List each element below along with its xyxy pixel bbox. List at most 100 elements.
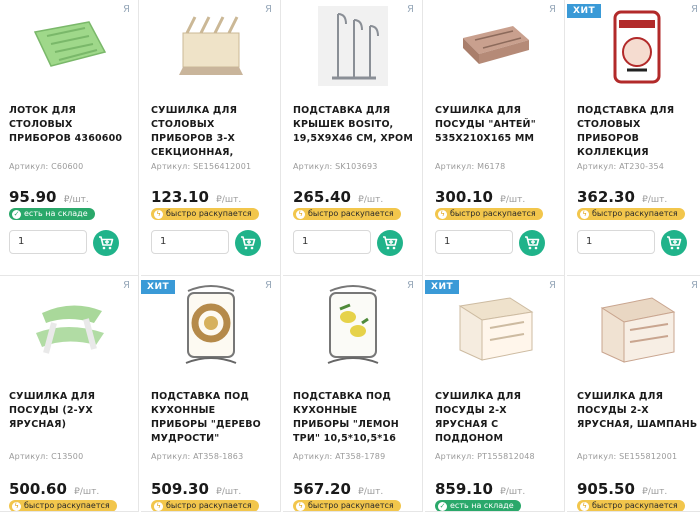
price-unit: ₽/шт. bbox=[500, 487, 526, 497]
hit-badge: ХИТ bbox=[141, 280, 176, 294]
price-value: 265.40 bbox=[293, 188, 351, 206]
product-card[interactable]: Я Сушилка для посуды (2-ух ярусная) Арти… bbox=[0, 276, 139, 512]
product-name[interactable]: Подставка для столовых приборов коллекци… bbox=[577, 104, 700, 160]
stock-text: быстро раскупается bbox=[24, 501, 110, 510]
product-sku: Артикул: AT230-354 bbox=[577, 162, 665, 171]
product-card[interactable]: Я ХИТ Подставка для столовых приборов ко… bbox=[567, 0, 700, 276]
product-name[interactable]: Сушилка для посуды 2-х ярусная с поддоно… bbox=[435, 390, 559, 446]
marketplace-mark-icon: Я bbox=[407, 4, 414, 15]
lightning-icon: ϟ bbox=[154, 209, 163, 219]
cutlery-tray-icon[interactable] bbox=[0, 0, 138, 92]
price-value: 567.20 bbox=[293, 480, 351, 498]
check-icon: ✓ bbox=[438, 501, 447, 511]
marketplace-mark-icon: Я bbox=[549, 4, 556, 15]
cart-icon bbox=[525, 236, 540, 250]
product-price: 905.50 ₽/шт. bbox=[577, 480, 667, 498]
hit-badge: ХИТ bbox=[425, 280, 460, 294]
price-value: 859.10 bbox=[435, 480, 493, 498]
price-value: 500.60 bbox=[9, 480, 67, 498]
lightning-icon: ϟ bbox=[296, 209, 305, 219]
product-price: 509.30 ₽/шт. bbox=[151, 480, 241, 498]
product-sku: Артикул: SK103693 bbox=[293, 162, 378, 171]
price-unit: ₽/шт. bbox=[500, 195, 526, 205]
product-name[interactable]: Подставка под кухонные приборы "Лемон тр… bbox=[293, 390, 417, 446]
product-name[interactable]: Подставка для крышек BOSITO, 19,5Х9Х46 с… bbox=[293, 104, 417, 146]
stock-badge: ϟ быстро раскупается bbox=[151, 500, 259, 511]
wreath-utensil-holder-icon[interactable] bbox=[141, 282, 280, 374]
product-name[interactable]: Лоток для столовых приборов 4360600 bbox=[9, 104, 133, 146]
price-unit: ₽/шт. bbox=[216, 195, 242, 205]
stock-badge: ϟ быстро раскупается bbox=[293, 208, 401, 220]
stock-text: быстро раскупается bbox=[166, 501, 252, 510]
product-sku: Артикул: PT155812048 bbox=[435, 452, 535, 461]
stock-badge: ϟ быстро раскупается bbox=[9, 500, 117, 511]
price-value: 95.90 bbox=[9, 188, 57, 206]
marketplace-mark-icon: Я bbox=[123, 4, 130, 15]
cart-icon bbox=[383, 236, 398, 250]
product-price: 95.90 ₽/шт. bbox=[9, 188, 89, 206]
product-name[interactable]: Сушилка для посуды 2-х ярусная, шампань bbox=[577, 390, 700, 432]
price-unit: ₽/шт. bbox=[642, 195, 668, 205]
lemon-utensil-holder-icon[interactable] bbox=[283, 282, 422, 374]
marketplace-mark-icon: Я bbox=[407, 280, 414, 291]
lightning-icon: ϟ bbox=[154, 501, 163, 511]
cart-icon bbox=[241, 236, 256, 250]
champagne-dish-rack-icon[interactable] bbox=[567, 282, 700, 374]
price-unit: ₽/шт. bbox=[642, 487, 668, 497]
add-to-cart-button[interactable] bbox=[519, 230, 545, 256]
add-to-cart-button[interactable] bbox=[235, 230, 261, 256]
lightning-icon: ϟ bbox=[12, 501, 21, 511]
add-to-cart-button[interactable] bbox=[661, 230, 687, 256]
product-card[interactable]: Я Лоток для столовых приборов 4360600 Ар… bbox=[0, 0, 139, 276]
product-card[interactable]: Я Сушилка для посуды "Антей" 535х210х165… bbox=[425, 0, 565, 276]
product-card[interactable]: Я Сушилка для посуды 2-х ярусная, шампан… bbox=[567, 276, 700, 512]
check-icon: ✓ bbox=[12, 209, 21, 219]
add-to-cart-button[interactable] bbox=[377, 230, 403, 256]
product-sku: Артикул: C60600 bbox=[9, 162, 84, 171]
dish-tray-icon[interactable] bbox=[425, 0, 564, 92]
lightning-icon: ϟ bbox=[580, 501, 589, 511]
product-sku: Артикул: AT358-1789 bbox=[293, 452, 386, 461]
product-name[interactable]: Сушилка для посуды (2-ух ярусная) bbox=[9, 390, 133, 432]
product-card[interactable]: Я Сушилка для столовых приборов 3-х секц… bbox=[141, 0, 281, 276]
quantity-input[interactable]: 1 bbox=[151, 230, 229, 254]
cream-dish-rack-icon[interactable] bbox=[425, 282, 564, 374]
price-unit: ₽/шт. bbox=[74, 487, 100, 497]
product-name[interactable]: Сушилка для столовых приборов 3-х секцио… bbox=[151, 104, 275, 160]
cutlery-dryer-icon[interactable] bbox=[141, 0, 280, 92]
product-card[interactable]: Я ХИТ Подставка под кухонные приборы "Де… bbox=[141, 276, 281, 512]
product-name[interactable]: Подставка под кухонные приборы "Дерево м… bbox=[151, 390, 275, 446]
two-tier-dish-dryer-icon[interactable] bbox=[0, 282, 138, 374]
stock-text: быстро раскупается bbox=[166, 209, 252, 218]
product-price: 265.40 ₽/шт. bbox=[293, 188, 383, 206]
cart-icon bbox=[667, 236, 682, 250]
product-sku: Артикул: SE155812001 bbox=[577, 452, 678, 461]
product-price: 859.10 ₽/шт. bbox=[435, 480, 525, 498]
stock-text: есть на складе bbox=[24, 209, 88, 218]
quantity-input[interactable]: 1 bbox=[435, 230, 513, 254]
stock-text: быстро раскупается bbox=[592, 209, 678, 218]
marketplace-mark-icon: Я bbox=[691, 4, 698, 15]
marketplace-mark-icon: Я bbox=[123, 280, 130, 291]
stock-text: быстро раскупается bbox=[450, 209, 536, 218]
stock-badge: ϟ быстро раскупается bbox=[577, 500, 685, 511]
product-price: 300.10 ₽/шт. bbox=[435, 188, 525, 206]
stock-text: есть на складе bbox=[450, 501, 514, 510]
product-name[interactable]: Сушилка для посуды "Антей" 535х210х165 м… bbox=[435, 104, 559, 146]
marketplace-mark-icon: Я bbox=[549, 280, 556, 291]
quantity-input[interactable]: 1 bbox=[9, 230, 87, 254]
product-card[interactable]: Я Подставка под кухонные приборы "Лемон … bbox=[283, 276, 423, 512]
product-card[interactable]: Я ХИТ Сушилка для посуды 2-х ярусная с п… bbox=[425, 276, 565, 512]
product-card[interactable]: Я Подставка для крышек BOSITO, 19,5Х9Х46… bbox=[283, 0, 423, 276]
stock-badge: ϟ быстро раскупается bbox=[577, 208, 685, 220]
lightning-icon: ϟ bbox=[296, 501, 305, 511]
quantity-input[interactable]: 1 bbox=[577, 230, 655, 254]
price-value: 123.10 bbox=[151, 188, 209, 206]
product-price: 567.20 ₽/шт. bbox=[293, 480, 383, 498]
lid-rack-icon[interactable] bbox=[283, 0, 422, 92]
lightning-icon: ϟ bbox=[438, 209, 447, 219]
quantity-input[interactable]: 1 bbox=[293, 230, 371, 254]
product-sku: Артикул: SE156412001 bbox=[151, 162, 252, 171]
product-sku: Артикул: C13500 bbox=[9, 452, 84, 461]
add-to-cart-button[interactable] bbox=[93, 230, 119, 256]
